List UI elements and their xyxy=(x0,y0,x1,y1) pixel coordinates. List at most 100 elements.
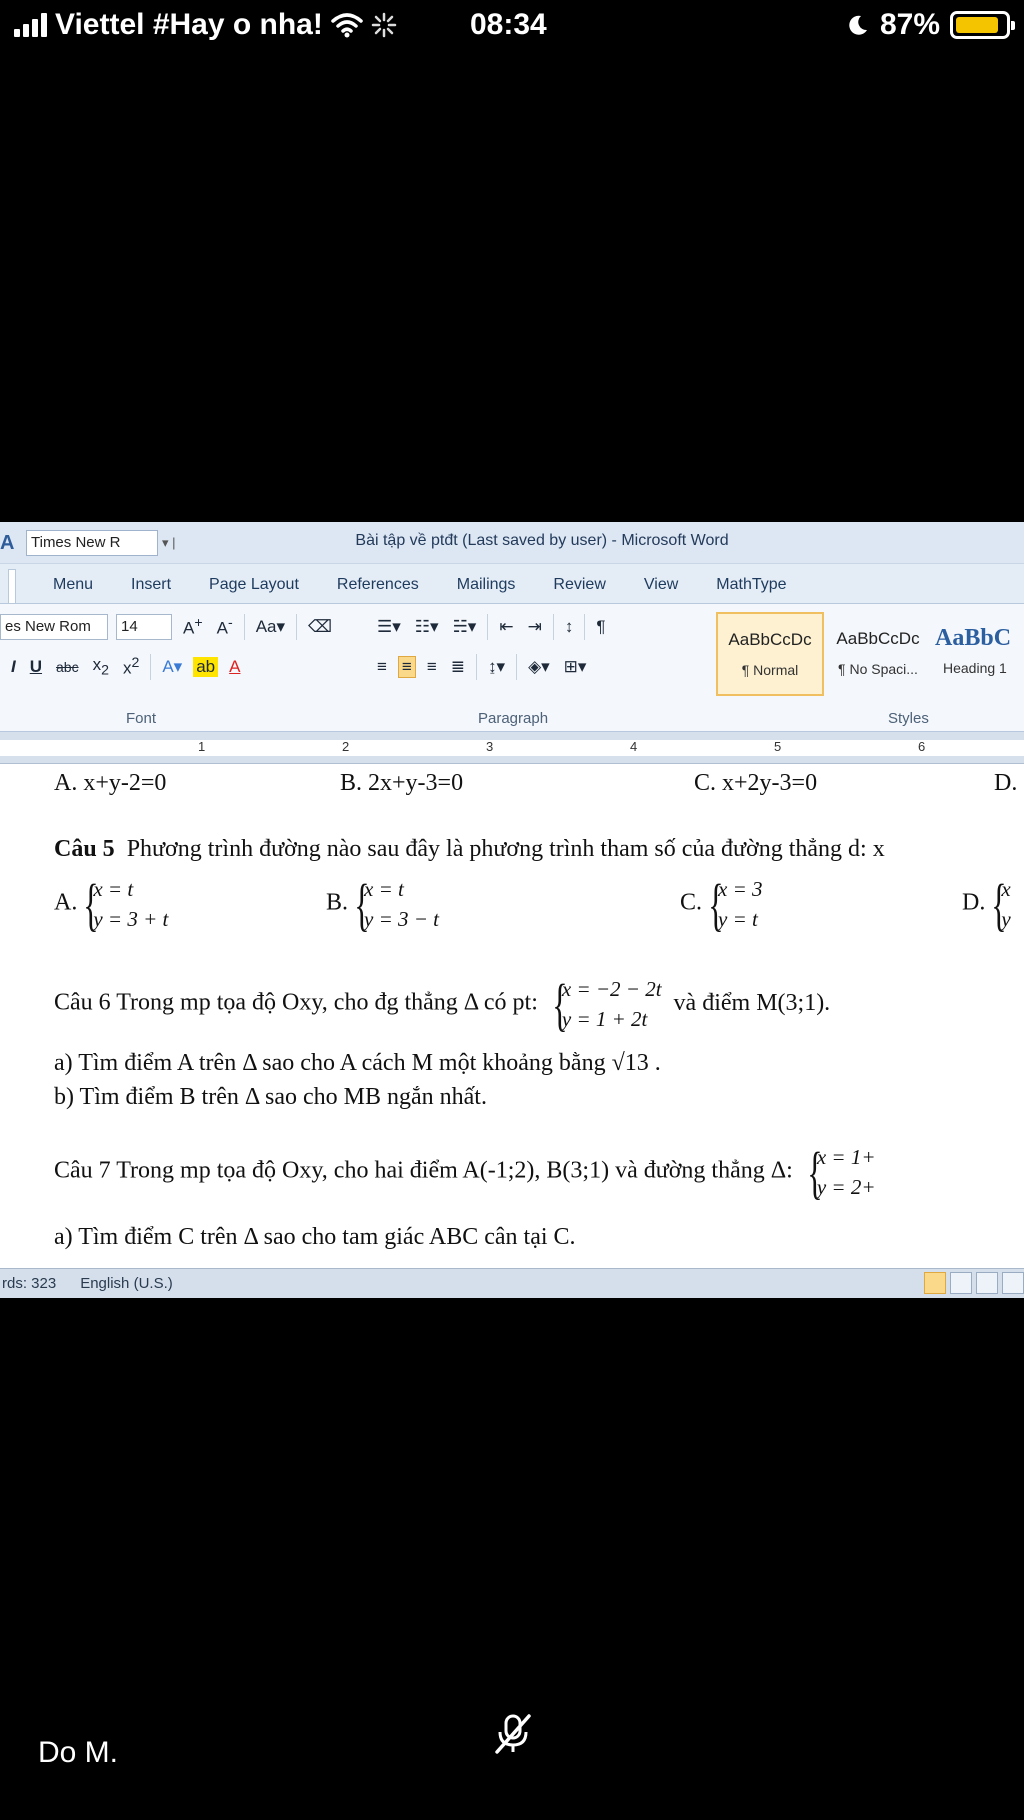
font-size-box[interactable]: 14 xyxy=(116,614,172,640)
style-no-spacing-name: ¶ No Spaci... xyxy=(838,661,918,677)
justify-icon[interactable]: ≣ xyxy=(448,657,468,677)
italic-icon[interactable]: I xyxy=(8,657,19,677)
tab-view[interactable]: View xyxy=(625,568,697,603)
status-bar: Viettel #Hay o nha! 08:34 87% xyxy=(0,0,1024,56)
divider xyxy=(296,614,298,640)
battery-percent: 87% xyxy=(879,8,940,41)
language-indicator[interactable]: English (U.S.) xyxy=(80,1275,173,1292)
paragraph-row-1: ☰▾ ☷▾ ☵▾ ⇤ ⇥ ↕ ¶ xyxy=(374,614,608,640)
decrease-indent-icon[interactable]: ⇤ xyxy=(496,617,516,637)
carrier-area: Viettel #Hay o nha! xyxy=(14,8,397,42)
ruler-number: 5 xyxy=(774,739,782,754)
system-line: x = 3 xyxy=(718,877,763,901)
show-marks-icon[interactable]: ¶ xyxy=(593,617,608,637)
strikethrough-icon[interactable]: abc xyxy=(53,659,82,675)
underline-icon[interactable]: U xyxy=(27,657,45,677)
align-center-icon[interactable]: ≡ xyxy=(397,656,416,678)
ruler[interactable]: 1 2 3 4 5 6 xyxy=(0,732,1024,764)
style-no-spacing-sample: AaBbCcDc xyxy=(836,629,920,648)
system-line: x = t xyxy=(93,877,134,901)
ruler-track xyxy=(0,740,1024,756)
style-heading-1-name: Heading 1 xyxy=(943,660,1007,676)
q5-option-a-system: x = t y = 3 + t xyxy=(83,874,168,934)
ruler-number: 4 xyxy=(630,739,638,754)
tab-mailings[interactable]: Mailings xyxy=(438,568,535,603)
q7-system: x = 1+ y = 2+ xyxy=(807,1142,876,1202)
shading-icon[interactable]: ◈▾ xyxy=(525,657,553,677)
tab-menu[interactable]: Menu xyxy=(34,568,112,603)
numbering-icon[interactable]: ☷▾ xyxy=(412,617,442,637)
ruler-number: 6 xyxy=(918,739,926,754)
sort-icon[interactable]: ↕ xyxy=(562,617,577,637)
align-left-icon[interactable]: ≡ xyxy=(374,657,390,677)
tab-file[interactable] xyxy=(8,569,16,603)
superscript-icon[interactable]: x2 xyxy=(120,655,142,679)
full-screen-reading-icon[interactable] xyxy=(950,1272,972,1294)
system-line: x = t xyxy=(364,877,404,901)
q6-text-b: và điểm M(3;1). xyxy=(673,989,831,1016)
q5-option-b-system: x = t y = 3 − t xyxy=(354,874,439,934)
tab-review[interactable]: Review xyxy=(534,568,624,603)
q7-text: Câu 7 Trong mp tọa độ Oxy, cho hai điểm … xyxy=(54,1157,793,1184)
text-effects-icon[interactable]: A▾ xyxy=(159,657,185,677)
system-line: y = t xyxy=(718,907,758,931)
line-spacing-icon[interactable]: ↨▾ xyxy=(485,657,508,677)
q5-option-d: D. x y xyxy=(962,874,1011,934)
q5-option-a: A. x = t y = 3 + t xyxy=(54,874,168,934)
multilevel-list-icon[interactable]: ☵▾ xyxy=(450,617,480,637)
grow-font-icon[interactable]: A+ xyxy=(180,615,206,639)
tab-insert[interactable]: Insert xyxy=(112,568,190,603)
align-right-icon[interactable]: ≡ xyxy=(424,657,440,677)
system-line: y = 3 + t xyxy=(93,907,169,931)
style-no-spacing[interactable]: AaBbCcDc ¶ No Spaci... xyxy=(824,612,932,696)
clock: 08:34 xyxy=(470,8,547,41)
divider xyxy=(243,614,245,640)
outline-view-icon[interactable] xyxy=(1002,1272,1024,1294)
change-case-icon[interactable]: Aa▾ xyxy=(253,617,288,637)
word-statusbar: rds: 323 English (U.S.) xyxy=(0,1268,1024,1298)
paragraph-group-label: Paragraph xyxy=(478,710,549,727)
tab-page-layout[interactable]: Page Layout xyxy=(190,568,318,603)
status-right: 87% xyxy=(846,8,1015,42)
highlight-icon[interactable]: ab xyxy=(193,657,219,677)
borders-icon[interactable]: ⊞▾ xyxy=(561,657,590,677)
tab-mathtype[interactable]: MathType xyxy=(697,568,805,603)
web-layout-icon[interactable] xyxy=(976,1272,998,1294)
participant-name: Do M. xyxy=(38,1736,119,1769)
style-heading-1-sample: AaBbC xyxy=(935,625,1012,651)
bullets-icon[interactable]: ☰▾ xyxy=(374,617,404,637)
q7-part-a: a) Tìm điểm C trên Δ sao cho tam giác AB… xyxy=(54,1224,576,1250)
system-line: y xyxy=(1001,907,1011,931)
clear-formatting-icon[interactable]: ⌫ xyxy=(305,617,335,637)
word-count[interactable]: rds: 323 xyxy=(2,1275,56,1292)
ruler-number: 2 xyxy=(342,739,350,754)
tab-references[interactable]: References xyxy=(318,568,438,603)
ribbon-tabs: Menu Insert Page Layout References Maili… xyxy=(0,564,1024,604)
q4-answer-d: D. xyxy=(994,770,1018,796)
print-layout-view-icon[interactable] xyxy=(924,1272,946,1294)
style-normal[interactable]: AaBbCcDc ¶ Normal xyxy=(716,612,824,696)
font-row-2: I U abc x2 x2 A▾ ab A xyxy=(8,654,243,680)
font-group-label: Font xyxy=(126,710,157,727)
q5-option-c-letter: C. xyxy=(680,889,703,916)
window-title: Bài tập về ptđt (Last saved by user) - M… xyxy=(355,532,729,549)
subscript-icon[interactable]: x2 xyxy=(90,655,112,678)
view-buttons xyxy=(924,1272,1024,1294)
shared-screen-word-window: A Times New R ▾ | Bài tập về ptđt (Last … xyxy=(0,522,1024,1298)
increase-indent-icon[interactable]: ⇥ xyxy=(525,617,545,637)
q4-answer-c: C. x+2y-3=0 xyxy=(694,770,818,796)
system-line: x = 1+ xyxy=(816,1145,876,1169)
q6-text-a: Câu 6 Trong mp tọa độ Oxy, cho đg thẳng … xyxy=(54,989,538,1016)
ruler-number: 1 xyxy=(198,739,206,754)
system-line: y = 1 + 2t xyxy=(561,1007,648,1031)
shrink-font-icon[interactable]: A- xyxy=(214,615,236,639)
divider xyxy=(552,614,554,640)
style-heading-1[interactable]: AaBbC Heading 1 xyxy=(934,612,1024,696)
font-name-box[interactable]: es New Rom xyxy=(0,614,108,640)
system-line: x xyxy=(1001,877,1011,901)
q5-option-a-letter: A. xyxy=(54,889,78,916)
font-color-icon[interactable]: A xyxy=(226,657,243,677)
system-line: y = 2+ xyxy=(816,1175,876,1199)
loading-icon xyxy=(371,12,397,38)
document-page[interactable]: A. x+y-2=0 B. 2x+y-3=0 C. x+2y-3=0 D. Câ… xyxy=(0,764,1024,1268)
